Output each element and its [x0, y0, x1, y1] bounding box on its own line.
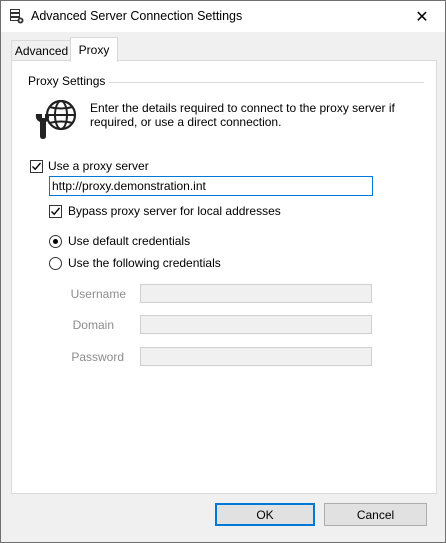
- proxy-address-input[interactable]: [49, 176, 373, 196]
- close-icon: ✕: [415, 8, 429, 26]
- checkmark-icon: [51, 207, 61, 216]
- use-proxy-label[interactable]: Use a proxy server: [48, 159, 149, 173]
- checkmark-icon: [32, 162, 42, 171]
- tab-advanced[interactable]: Advanced: [11, 40, 72, 61]
- globe-wrench-icon: [35, 99, 77, 139]
- bypass-local-label[interactable]: Bypass proxy server for local addresses: [68, 204, 281, 218]
- proxy-description: Enter the details required to connect to…: [90, 101, 395, 129]
- window-title: Advanced Server Connection Settings: [31, 9, 243, 23]
- domain-label: Domain: [72, 318, 114, 332]
- tab-proxy[interactable]: Proxy: [70, 37, 118, 62]
- bypass-local-checkbox[interactable]: [49, 205, 62, 218]
- tab-proxy-label: Proxy: [78, 43, 110, 57]
- proxy-settings-group-label: Proxy Settings: [28, 74, 110, 88]
- username-label: Username: [70, 287, 126, 301]
- password-label: Password: [71, 350, 124, 364]
- default-credentials-radio[interactable]: [49, 235, 62, 248]
- close-button[interactable]: ✕: [399, 1, 445, 32]
- group-divider: [104, 82, 424, 83]
- tab-advanced-label: Advanced: [14, 44, 69, 58]
- title-bar: Advanced Server Connection Settings ✕: [1, 1, 445, 32]
- dialog-window: Advanced Server Connection Settings ✕ Ad…: [0, 0, 446, 543]
- following-credentials-label[interactable]: Use the following credentials: [68, 256, 221, 270]
- username-field[interactable]: [140, 284, 372, 303]
- default-credentials-label[interactable]: Use default credentials: [68, 234, 190, 248]
- use-proxy-checkbox[interactable]: [30, 160, 43, 173]
- cancel-button[interactable]: Cancel: [324, 503, 427, 526]
- password-field[interactable]: [140, 347, 372, 366]
- following-credentials-radio[interactable]: [49, 257, 62, 270]
- domain-field[interactable]: [140, 315, 372, 334]
- proxy-tab-panel: Proxy Settings Enter the details require…: [11, 60, 437, 494]
- radio-selected-dot: [53, 239, 58, 244]
- ok-button[interactable]: OK: [215, 503, 315, 526]
- server-settings-icon: [10, 9, 24, 24]
